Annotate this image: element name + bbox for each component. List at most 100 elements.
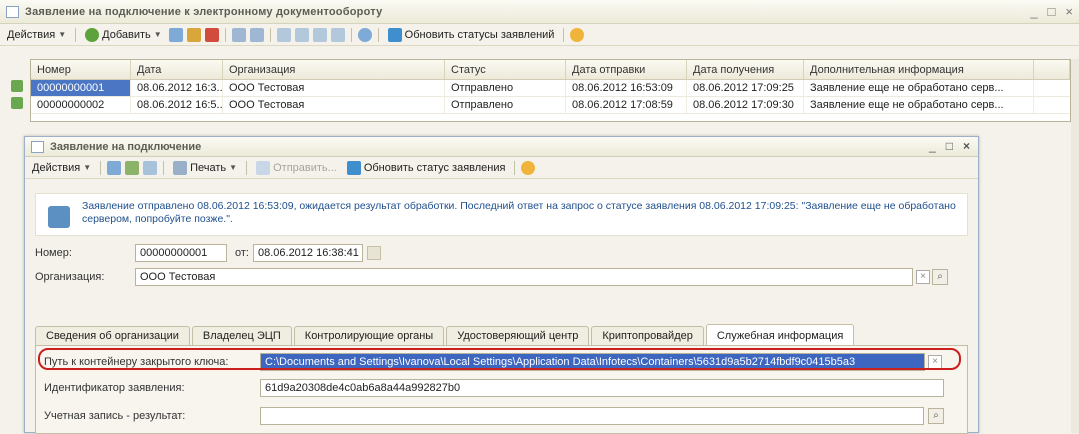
refresh-statuses-button[interactable]: Обновить статусы заявлений <box>385 27 558 43</box>
link-icon[interactable] <box>231 27 246 42</box>
copy-icon[interactable] <box>143 160 158 175</box>
refresh-icon[interactable] <box>357 27 372 42</box>
date-field[interactable]: 08.06.2012 16:38:41 <box>252 244 363 262</box>
column-header[interactable]: Организация <box>223 60 445 79</box>
tab-signature-owner[interactable]: Владелец ЭЦП <box>191 326 292 345</box>
applications-table: Номер Дата Организация Статус Дата отпра… <box>11 59 1071 122</box>
account-label: Учетная запись - результат: <box>44 410 186 422</box>
printer-icon <box>173 160 188 175</box>
close-button[interactable]: × <box>963 139 970 153</box>
filter-icon[interactable] <box>330 27 345 42</box>
column-header[interactable]: Дата отправки <box>566 60 687 79</box>
window-title: Заявление на подключение к электронному … <box>25 5 383 18</box>
separator <box>563 27 565 42</box>
tab-supervisory-bodies[interactable]: Контролирующие органы <box>293 326 445 345</box>
search-icon[interactable]: ⌕ <box>928 408 944 424</box>
column-header[interactable]: Дата получения <box>687 60 804 79</box>
send-button[interactable]: Отправить... <box>253 160 340 176</box>
organization-label: Организация: <box>35 271 105 283</box>
document-status-icon <box>11 97 23 109</box>
column-header[interactable]: Дополнительная информация <box>804 60 1034 79</box>
separator <box>350 27 352 42</box>
actions-label: Действия <box>7 28 56 41</box>
table-cell: 08.06.2012 16:53:09 <box>566 80 687 96</box>
window-titlebar: Заявление на подключение к электронному … <box>0 0 1079 24</box>
tab-service-info[interactable]: Служебная информация <box>705 324 855 345</box>
separator <box>224 27 226 42</box>
table-cell: Заявление еще не обработано серв... <box>804 80 1034 96</box>
save-icon[interactable] <box>107 160 122 175</box>
minimize-button[interactable]: _ <box>929 139 936 153</box>
organization-field[interactable]: ООО Тестовая <box>135 268 913 286</box>
refresh-status-button[interactable]: Обновить статус заявления <box>344 160 509 176</box>
highlight-ring <box>38 348 961 370</box>
edit-icon[interactable] <box>186 27 201 42</box>
table-row[interactable]: 00000000002 08.06.2012 16:5... ООО Тесто… <box>11 97 1070 114</box>
from-label: от: <box>235 247 249 259</box>
table-cell: 08.06.2012 17:09:30 <box>687 97 804 113</box>
maximize-button[interactable]: □ <box>1048 4 1056 19</box>
maximize-button[interactable]: □ <box>946 139 953 153</box>
document-status-icon <box>11 80 23 92</box>
exchange-icon <box>387 27 402 42</box>
application-dialog: Заявление на подключение _ □ × Действия … <box>24 136 979 434</box>
table-cell: 00000000001 <box>31 80 131 96</box>
chevron-down-icon: ▼ <box>83 163 92 172</box>
find-icon[interactable] <box>249 27 264 42</box>
separator <box>269 27 271 42</box>
search-icon[interactable]: ⌕ <box>932 269 948 285</box>
column-header[interactable]: Статус <box>445 60 566 79</box>
help-icon[interactable] <box>521 160 536 175</box>
tab-certificate-authority[interactable]: Удостоверяющий центр <box>446 326 590 345</box>
column-header[interactable]: Дата <box>131 60 223 79</box>
request-id-field[interactable]: 61d9a20308de4c0ab6a8a44a992827b0 <box>260 379 944 397</box>
tab-strip: Сведения об организации Владелец ЭЦП Кон… <box>35 324 855 345</box>
scrollbar[interactable] <box>1071 59 1079 433</box>
request-id-row: Идентификатор заявления: 61d9a20308de4c0… <box>44 379 944 397</box>
table-cell: 08.06.2012 16:5... <box>131 97 223 113</box>
send-icon <box>256 160 271 175</box>
calendar-icon[interactable] <box>366 246 381 260</box>
separator <box>75 27 77 42</box>
separator <box>163 160 165 175</box>
list-icon[interactable] <box>294 27 309 42</box>
table-cell: 08.06.2012 17:08:59 <box>566 97 687 113</box>
document-icon <box>31 140 44 153</box>
minimize-button[interactable]: _ <box>1030 4 1037 19</box>
tab-organization-info[interactable]: Сведения об организации <box>35 326 190 345</box>
number-row: Номер: 00000000001 от: 08.06.2012 16:38:… <box>35 244 381 262</box>
column-header <box>1034 60 1070 79</box>
table-cell: ООО Тестовая <box>223 97 445 113</box>
refresh-statuses-label: Обновить статусы заявлений <box>404 28 555 41</box>
table-row[interactable]: 00000000001 08.06.2012 16:3... ООО Тесто… <box>11 80 1070 97</box>
close-button[interactable]: × <box>1065 4 1073 19</box>
account-row: Учетная запись - результат: ⌕ <box>44 407 944 425</box>
organization-row: Организация: ООО Тестовая × ⌕ <box>35 268 948 286</box>
help-icon[interactable] <box>570 27 585 42</box>
document-icon <box>6 5 19 18</box>
actions-menu[interactable]: Действия ▼ <box>4 28 69 42</box>
number-field[interactable]: 00000000001 <box>135 244 227 262</box>
post-icon[interactable] <box>125 160 140 175</box>
print-button[interactable]: Печать ▼ <box>170 160 240 176</box>
add-button[interactable]: Добавить ▼ <box>82 27 165 43</box>
tab-crypto-provider[interactable]: Криптопровайдер <box>591 326 704 345</box>
hierarchy-icon[interactable] <box>312 27 327 42</box>
table-cell: 00000000002 <box>31 97 131 113</box>
tree-icon[interactable] <box>276 27 291 42</box>
actions-label: Действия <box>32 161 81 174</box>
account-field[interactable] <box>260 407 924 425</box>
table-cell: Заявление еще не обработано серв... <box>804 97 1034 113</box>
copy-icon[interactable] <box>168 27 183 42</box>
table-cell: 08.06.2012 16:3... <box>131 80 223 96</box>
chevron-down-icon: ▼ <box>229 163 238 172</box>
table-cell: Отправлено <box>445 80 566 96</box>
clear-icon[interactable]: × <box>916 270 930 284</box>
actions-menu[interactable]: Действия ▼ <box>29 161 94 175</box>
send-label: Отправить... <box>273 161 337 174</box>
column-header[interactable]: Номер <box>31 60 131 79</box>
separator <box>514 160 516 175</box>
delete-icon[interactable] <box>204 27 219 42</box>
info-icon <box>48 206 70 228</box>
exchange-icon <box>346 160 361 175</box>
